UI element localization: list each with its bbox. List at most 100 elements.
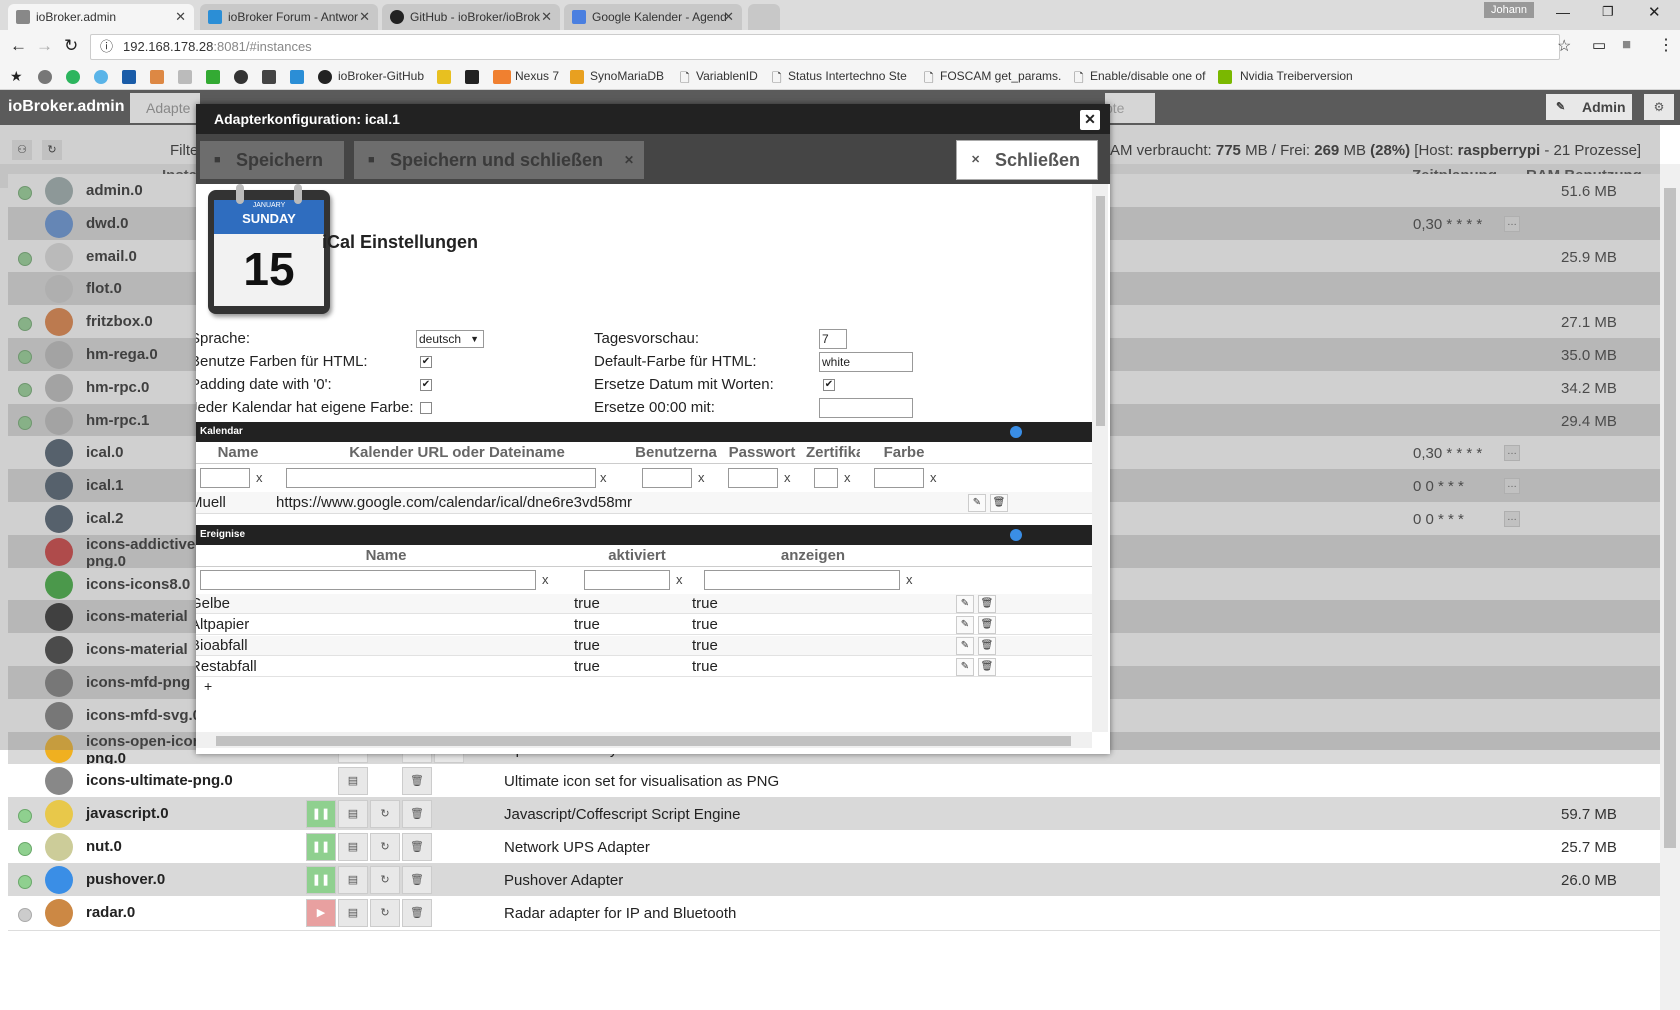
dialog-scrollbar-h-thumb[interactable]: [216, 736, 1071, 746]
settings-button[interactable]: ▤: [338, 865, 368, 894]
own-color-checkbox[interactable]: [420, 402, 432, 414]
edit-icon[interactable]: ✎: [956, 595, 974, 613]
ev-filter-active[interactable]: [584, 570, 670, 590]
bookmark-iobroker-github[interactable]: ioBroker-GitHub: [338, 69, 424, 83]
preview-days-input[interactable]: 7: [819, 329, 847, 349]
new-tab-button[interactable]: [748, 4, 780, 30]
edit-icon[interactable]: ✎: [956, 616, 974, 634]
cal-col-name[interactable]: Name: [196, 444, 280, 461]
page-scrollbar[interactable]: [1660, 164, 1680, 1010]
bookmarks-star-icon[interactable]: ★: [10, 68, 23, 85]
bookmark-icon[interactable]: [94, 70, 108, 84]
collapse-icon[interactable]: [1010, 426, 1022, 438]
delete-button[interactable]: 🗑: [402, 898, 432, 927]
pause-button[interactable]: ❚❚: [306, 800, 336, 829]
table-row[interactable]: Altpapier true true ✎🗑: [196, 615, 1092, 635]
save-button[interactable]: ■ Speichern: [200, 141, 344, 179]
restart-button[interactable]: ↻: [370, 898, 400, 927]
bookmark-synomariadb[interactable]: SynoMariaDB: [590, 69, 664, 83]
cal-filter-password[interactable]: [728, 468, 778, 488]
bookmark-status-intertechno[interactable]: Status Intertechno Ste: [788, 69, 907, 83]
clear-filter-icon[interactable]: x: [698, 470, 705, 485]
collapse-icon[interactable]: [1010, 529, 1022, 541]
delete-icon[interactable]: 🗑: [978, 595, 996, 613]
bookmark-star-icon[interactable]: ☆: [1557, 35, 1571, 59]
bookmark-icon[interactable]: [437, 70, 451, 84]
clear-filter-icon[interactable]: x: [844, 470, 851, 485]
use-colors-checkbox[interactable]: ✔: [420, 356, 432, 368]
restart-button[interactable]: ↻: [370, 800, 400, 829]
close-tab-icon[interactable]: ✕: [175, 4, 186, 30]
bookmark-icon[interactable]: [122, 70, 136, 84]
table-row[interactable]: Gelbe true true ✎🗑: [196, 594, 1092, 614]
settings-button[interactable]: ▤: [338, 898, 368, 927]
back-icon[interactable]: ←: [10, 36, 27, 56]
close-tab-icon[interactable]: ✕: [541, 4, 552, 30]
save-and-close-button[interactable]: ■ Speichern und schließen ✕: [354, 141, 644, 179]
dialog-close-icon[interactable]: ✕: [1080, 110, 1100, 130]
default-color-input[interactable]: white: [819, 352, 913, 372]
restore-icon[interactable]: ❐: [1602, 4, 1614, 20]
pause-button[interactable]: ❚❚: [306, 833, 336, 861]
table-row[interactable]: nut.0 ❚❚ ▤ ↻ 🗑 Network UPS Adapter 25.7 MB: [8, 830, 1660, 865]
dialog-scrollbar-thumb[interactable]: [1096, 196, 1105, 426]
replace-time-input[interactable]: [819, 398, 913, 418]
cal-col-user[interactable]: Benutzerna: [634, 444, 718, 461]
clear-filter-icon[interactable]: x: [906, 572, 913, 587]
bookmark-nexus7[interactable]: Nexus 7: [515, 69, 559, 83]
page-scrollbar-thumb[interactable]: [1664, 188, 1676, 848]
cal-col-password[interactable]: Passwort: [720, 444, 804, 461]
profile-badge[interactable]: Johann: [1484, 2, 1534, 18]
pause-button[interactable]: ❚❚: [306, 865, 336, 894]
cal-filter-color[interactable]: [874, 468, 924, 488]
bookmark-nvidia[interactable]: Nvidia Treiberversion: [1240, 69, 1353, 83]
forward-icon[interactable]: →: [36, 36, 53, 56]
delete-button[interactable]: 🗑: [402, 767, 432, 796]
cal-filter-name[interactable]: [200, 468, 250, 488]
clear-filter-icon[interactable]: x: [256, 470, 263, 485]
address-bar[interactable]: ⓘ 192.168.178.28:8081/#instances ☆: [90, 34, 1571, 60]
edit-icon[interactable]: ✎: [956, 637, 974, 655]
ev-col-active[interactable]: aktiviert: [578, 547, 696, 564]
restart-button[interactable]: ↻: [370, 833, 400, 861]
table-row[interactable]: icons-ultimate-png.0 ▤ 🗑 Ultimate icon set …: [8, 764, 1660, 800]
cal-col-color[interactable]: Farbe: [862, 444, 946, 461]
table-row[interactable]: Restabfall true true ✎ 🗑: [196, 657, 1092, 677]
table-row[interactable]: javascript.0 ❚❚ ▤ ↻ 🗑 Javascript/Coffescript …: [8, 797, 1660, 833]
close-tab-icon[interactable]: ✕: [723, 4, 734, 30]
browser-tab-forum[interactable]: ioBroker Forum - Antwor ✕: [200, 4, 378, 30]
browser-tab-calendar[interactable]: Google Kalender - Agend ✕: [564, 4, 742, 30]
restart-button[interactable]: ↻: [370, 865, 400, 894]
ev-filter-name[interactable]: [200, 570, 536, 590]
extension-icon[interactable]: ■: [1622, 36, 1631, 53]
bookmark-foscam[interactable]: FOSCAM get_params.: [940, 69, 1061, 83]
delete-icon[interactable]: 🗑: [978, 658, 996, 676]
browser-tab-iobroker-admin[interactable]: ioBroker.admin ✕: [8, 4, 194, 30]
cast-icon[interactable]: ▭: [1592, 36, 1606, 54]
browser-tab-github[interactable]: GitHub - ioBroker/ioBrok ✕: [382, 4, 560, 30]
menu-icon[interactable]: ⋮: [1658, 35, 1674, 55]
settings-button[interactable]: ⚙: [1644, 94, 1674, 120]
edit-icon[interactable]: ✎: [968, 494, 986, 512]
bookmark-icon[interactable]: [38, 70, 52, 84]
delete-icon[interactable]: 🗑: [990, 494, 1008, 512]
reload-icon[interactable]: ↻: [64, 36, 78, 56]
settings-button[interactable]: ▤: [338, 767, 368, 796]
bookmark-icon[interactable]: [234, 70, 248, 84]
ev-filter-show[interactable]: [704, 570, 900, 590]
tab-right[interactable]: pte: [1105, 93, 1155, 123]
delete-button[interactable]: 🗑: [402, 800, 432, 829]
padding-checkbox[interactable]: ✔: [420, 379, 432, 391]
replace-date-checkbox[interactable]: ✔: [823, 379, 835, 391]
bookmark-icon[interactable]: [66, 70, 80, 84]
add-event-button[interactable]: +: [204, 678, 212, 694]
ev-col-show[interactable]: anzeigen: [698, 547, 928, 564]
ev-col-name[interactable]: Name: [196, 547, 576, 564]
table-row[interactable]: Muell https://www.google.com/calendar/ic…: [196, 492, 1092, 514]
cal-filter-user[interactable]: [642, 468, 692, 488]
minimize-icon[interactable]: —: [1556, 4, 1570, 20]
delete-button[interactable]: 🗑: [402, 833, 432, 861]
bookmark-variablenid[interactable]: VariablenID: [696, 69, 758, 83]
bookmark-icon[interactable]: [178, 70, 192, 84]
close-window-icon[interactable]: ✕: [1648, 3, 1661, 21]
